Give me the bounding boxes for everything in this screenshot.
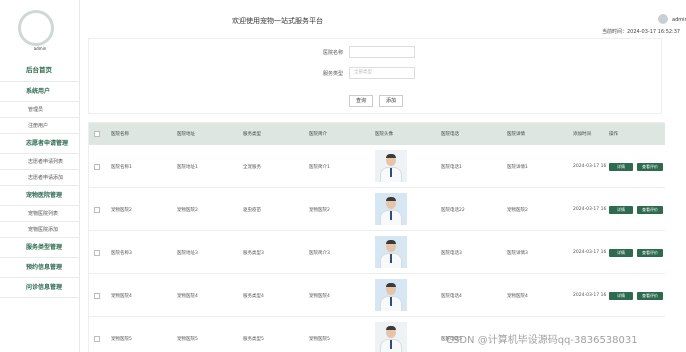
sidebar-item-admins[interactable]: 管理员: [0, 102, 80, 118]
col-header: 服务类型: [243, 132, 261, 137]
doctor-photo: [375, 150, 407, 182]
col-header: 操作: [609, 132, 618, 137]
table-header: 医院名称 医院地址 服务类型 医院简介 医院头像 医院电话 医院详情 添加时间 …: [89, 123, 665, 145]
cell-intro: 宠物医院2: [309, 208, 330, 213]
detail-button[interactable]: 详情: [609, 163, 633, 171]
table-row: 宠物医院2 宠物医院2 驱虫疫苗 宠物医院2 医院电话22 宠物医院2 2024…: [89, 188, 665, 231]
top-header: 欢迎使用宠物一站式服务平台 admin 当前时间：2024-03-17 16:5…: [80, 0, 686, 38]
row-checkbox[interactable]: [94, 293, 100, 299]
col-header: 医院名称: [111, 132, 129, 137]
query-button[interactable]: 查询: [349, 95, 373, 107]
select-all-checkbox[interactable]: [94, 131, 100, 137]
cell-intro: 宠物医院4: [309, 294, 330, 299]
sidebar-item-hospital-add[interactable]: 宠物医院添加: [0, 222, 80, 238]
view-review-button[interactable]: 查看评价: [637, 292, 663, 300]
col-header: 添加时间: [573, 132, 591, 137]
cell-service: 服务类型4: [243, 294, 264, 299]
cell-name: 宠物医院2: [111, 208, 132, 213]
hospital-table: 医院名称 医院地址 服务类型 医院简介 医院头像 医院电话 医院详情 添加时间 …: [88, 122, 665, 352]
header-username[interactable]: admin: [672, 17, 686, 23]
admin-page: admin 后台首页 系统用户 管理员 注册用户 志愿者申请管理 志愿者申请列表…: [0, 0, 686, 352]
detail-button[interactable]: 详情: [609, 206, 633, 214]
sidebar-item-registered-users[interactable]: 注册用户: [0, 118, 80, 134]
cell-intro: 医院简介1: [309, 165, 330, 170]
hospital-name-input[interactable]: [349, 46, 415, 58]
cell-name: 宠物医院5: [111, 337, 132, 342]
service-type-label: 服务类型: [323, 71, 344, 77]
row-checkbox[interactable]: [94, 336, 100, 342]
doctor-photo: [375, 193, 407, 225]
cell-time: 2024-03-17 16: [573, 207, 607, 212]
logo-icon: [18, 10, 54, 46]
sidebar-group-hospital[interactable]: 宠物医院管理: [0, 186, 80, 206]
sidebar: admin 后台首页 系统用户 管理员 注册用户 志愿者申请管理 志愿者申请列表…: [0, 0, 80, 352]
sidebar-item-hospital-list[interactable]: 宠物医院列表: [0, 206, 80, 222]
cell-intro: 宠物医院5: [309, 337, 330, 342]
sidebar-group-consultation[interactable]: 问诊信息管理: [0, 278, 80, 298]
watermark: CSDN @计算机毕设源码qq-3836538031: [446, 335, 638, 346]
col-header: 医院详情: [507, 132, 525, 137]
doctor-photo: [375, 236, 407, 268]
cell-detail: 宠物医院4: [507, 294, 528, 299]
cell-phone: 医院电话4: [441, 294, 462, 299]
cell-phone: 医院电话22: [441, 208, 465, 213]
sidebar-item-home[interactable]: 后台首页: [0, 58, 80, 82]
view-review-button[interactable]: 查看评价: [637, 206, 663, 214]
col-header: 医院电话: [441, 132, 459, 137]
cell-detail: 医院详情1: [507, 165, 528, 170]
row-checkbox[interactable]: [94, 164, 100, 170]
sidebar-menu: 后台首页 系统用户 管理员 注册用户 志愿者申请管理 志愿者申请列表 志愿者申请…: [0, 58, 80, 298]
page-title: 欢迎使用宠物一站式服务平台: [232, 17, 323, 25]
cell-name: 医院名称3: [111, 251, 132, 256]
cell-intro: 医院简介3: [309, 251, 330, 256]
cell-service: 服务类型3: [243, 251, 264, 256]
doctor-photo: [375, 279, 407, 311]
add-button[interactable]: 添加: [379, 95, 403, 107]
cell-address: 宠物医院2: [177, 208, 198, 213]
sidebar-group-appointment[interactable]: 预约信息管理: [0, 258, 80, 278]
detail-button[interactable]: 详情: [609, 249, 633, 257]
search-panel: 医院名称 服务类型 全部类型 查询 添加: [88, 38, 662, 114]
col-header: 医院头像: [375, 132, 393, 137]
service-type-select[interactable]: 全部类型: [349, 67, 415, 79]
cell-time: 2024-03-17 16: [573, 293, 607, 298]
cell-detail: 医院详情3: [507, 251, 528, 256]
cell-address: 医院地址1: [177, 165, 198, 170]
row-checkbox[interactable]: [94, 250, 100, 256]
table-row: 宠物医院4 宠物医院4 服务类型4 宠物医院4 医院电话4 宠物医院4 2024…: [89, 274, 665, 317]
cell-detail: 宠物医院2: [507, 208, 528, 213]
sidebar-group-service-type[interactable]: 服务类型管理: [0, 238, 80, 258]
cell-name: 医院名称1: [111, 165, 132, 170]
hospital-name-label: 医院名称: [323, 50, 344, 56]
header-time: 当前时间：2024-03-17 16:52:37: [602, 29, 681, 35]
avatar[interactable]: [658, 14, 668, 24]
view-review-button[interactable]: 查看评价: [637, 249, 663, 257]
sidebar-group-system-users[interactable]: 系统用户: [0, 82, 80, 102]
col-header: 医院简介: [309, 132, 327, 137]
cell-service: 驱虫疫苗: [243, 208, 261, 213]
table-row: 医院名称3 医院地址3 服务类型3 医院简介3 医院电话3 医院详情3 2024…: [89, 231, 665, 274]
cell-phone: 医院电话1: [441, 165, 462, 170]
cell-address: 宠物医院5: [177, 337, 198, 342]
logo-label: admin: [33, 46, 47, 51]
cell-service: 服务类型5: [243, 337, 264, 342]
col-header: 医院地址: [177, 132, 195, 137]
cell-time: 2024-03-17 16: [573, 164, 607, 169]
cell-address: 医院地址3: [177, 251, 198, 256]
doctor-photo: [375, 322, 407, 352]
cell-service: 全宠服务: [243, 165, 261, 170]
detail-button[interactable]: 详情: [609, 292, 633, 300]
cell-phone: 医院电话3: [441, 251, 462, 256]
sidebar-item-volunteer-list[interactable]: 志愿者申请列表: [0, 154, 80, 170]
cell-time: 2024-03-17 16: [573, 250, 607, 255]
table-row: 医院名称1 医院地址1 全宠服务 医院简介1 医院电话1 医院详情1 2024-…: [89, 145, 665, 188]
cell-address: 宠物医院4: [177, 294, 198, 299]
sidebar-group-volunteer[interactable]: 志愿者申请管理: [0, 134, 80, 154]
cell-name: 宠物医院4: [111, 294, 132, 299]
view-review-button[interactable]: 查看评价: [637, 163, 663, 171]
sidebar-item-volunteer-add[interactable]: 志愿者申请添加: [0, 170, 80, 186]
row-checkbox[interactable]: [94, 207, 100, 213]
